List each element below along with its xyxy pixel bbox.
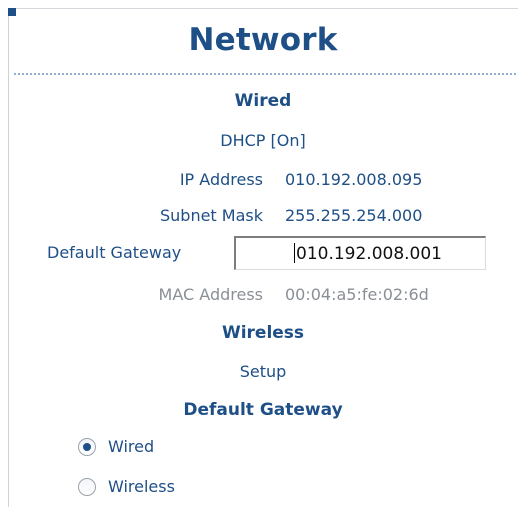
page-title: Network bbox=[188, 22, 338, 58]
gateway-option-wireless[interactable]: Wireless bbox=[78, 477, 175, 496]
title-separator bbox=[14, 73, 516, 75]
text-caret bbox=[294, 243, 295, 263]
gateway-option-wired[interactable]: Wired bbox=[78, 437, 154, 456]
mac-address-label: MAC Address bbox=[158, 285, 263, 304]
ip-address-value: 010.192.008.095 bbox=[285, 170, 423, 189]
wireless-setup-link[interactable]: Setup bbox=[8, 362, 518, 381]
radio-button-unchecked-icon[interactable] bbox=[78, 477, 96, 496]
mac-address-value: 00:04:a5:fe:02:6d bbox=[285, 285, 429, 304]
subnet-mask-label: Subnet Mask bbox=[159, 206, 263, 225]
default-gateway-heading: Default Gateway bbox=[183, 400, 343, 420]
wireless-section-heading: Wireless bbox=[221, 323, 305, 343]
panel-corner-marker bbox=[8, 8, 16, 16]
radio-button-checked-icon[interactable] bbox=[78, 437, 96, 456]
default-gateway-label: Default Gateway bbox=[47, 243, 182, 262]
gateway-option-wired-label: Wired bbox=[108, 437, 155, 456]
subnet-mask-value: 255.255.254.000 bbox=[285, 206, 423, 225]
ip-address-label: IP Address bbox=[179, 170, 263, 189]
wired-section-heading: Wired bbox=[234, 91, 292, 111]
default-gateway-input[interactable] bbox=[234, 236, 486, 270]
dhcp-status: DHCP [On] bbox=[220, 131, 306, 150]
gateway-option-wireless-label: Wireless bbox=[108, 477, 175, 496]
